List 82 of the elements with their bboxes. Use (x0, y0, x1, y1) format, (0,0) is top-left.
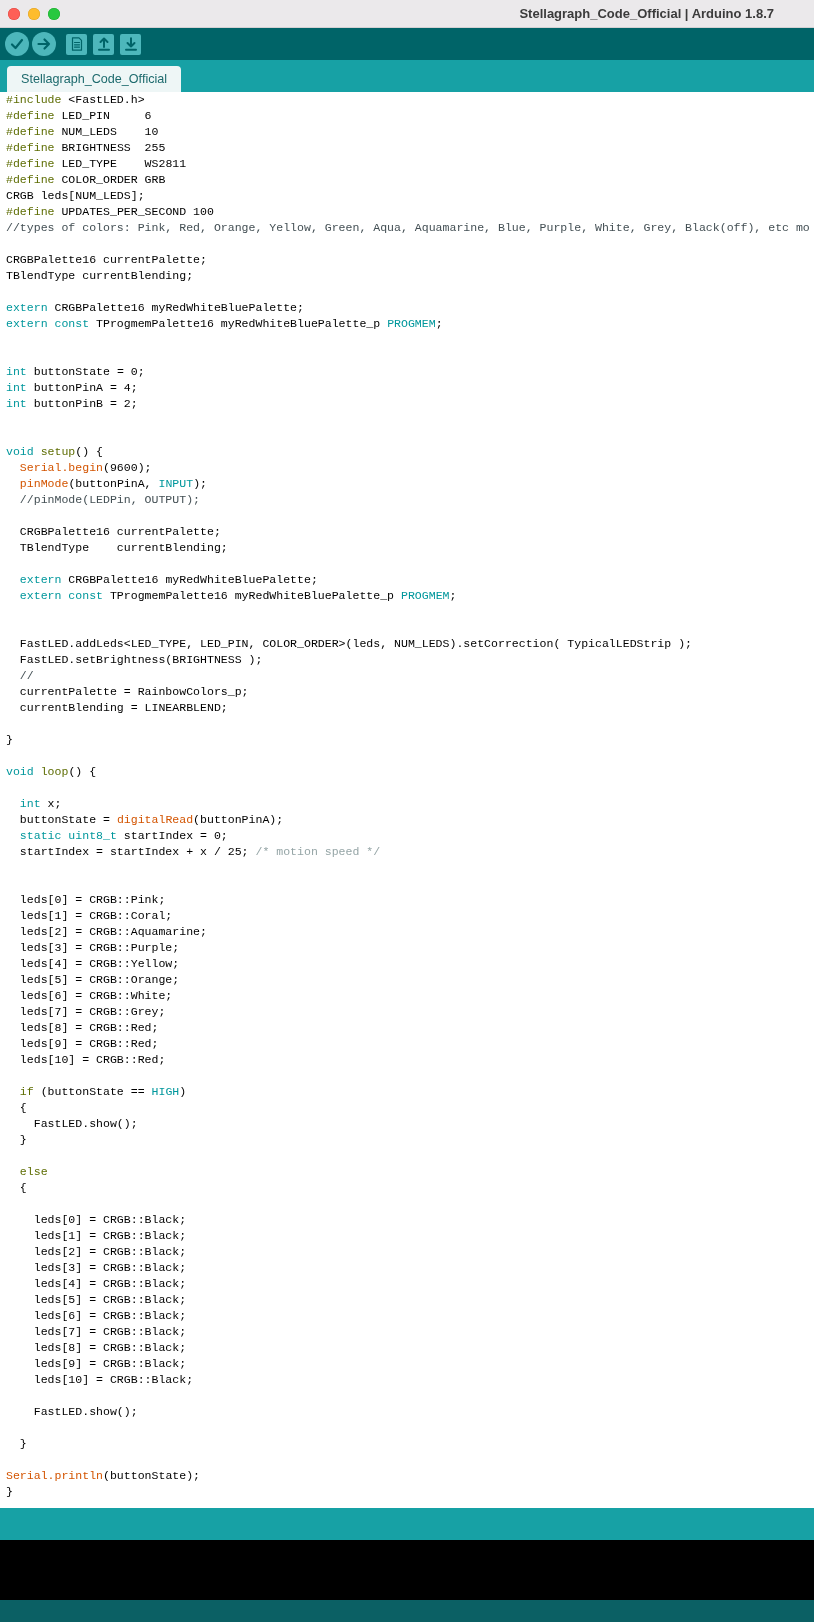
code-line: } (19, 1437, 27, 1450)
code-line: int buttonPinA = 4; (6, 381, 138, 394)
code-line: buttonState = digitalRead(buttonPinA); (19, 813, 284, 826)
code-line: leds[6] = CRGB::White; (19, 989, 173, 1002)
code-line: FastLED.addLeds<LED_TYPE, LED_PIN, COLOR_ORDER>(leds, NUM_LEDS).setCorrection( TypicalLEDStrip ); (19, 637, 692, 650)
new-button[interactable] (66, 33, 87, 55)
code-line: CRGBPalette16 currentPalette; (19, 525, 221, 538)
code-line: { (19, 1181, 27, 1194)
code-line: void loop() { (6, 765, 97, 778)
save-button[interactable] (120, 33, 141, 55)
code-line: leds[8] = CRGB::Red; (19, 1021, 159, 1034)
code-line: TBlendType currentBlending; (6, 269, 194, 282)
code-line: Serial.begin(9600); (19, 461, 152, 474)
code-line: extern CRGBPalette16 myRedWhiteBluePalette; (19, 573, 318, 586)
file-tab[interactable]: Stellagraph_Code_Official (7, 66, 182, 92)
window-title: Stellagraph_Code_Official | Arduino 1.8.7 (519, 6, 774, 21)
code-line: #define COLOR_ORDER GRB (6, 173, 166, 186)
zoom-button[interactable] (48, 7, 60, 20)
code-line: { (19, 1101, 27, 1114)
code-line: leds[2] = CRGB::Aquamarine; (19, 925, 207, 938)
code-line: int buttonPinB = 2; (6, 397, 138, 410)
code-line: leds[0] = CRGB::Black; (33, 1213, 187, 1226)
code-line: FastLED.setBrightness(BRIGHTNESS ); (19, 653, 263, 666)
code-line: FastLED.show(); (33, 1117, 138, 1130)
code-line: leds[0] = CRGB::Pink; (19, 893, 166, 906)
code-line: #define NUM_LEDS 10 (6, 125, 159, 138)
code-line: leds[1] = CRGB::Black; (33, 1229, 187, 1242)
code-line: TBlendType currentBlending; (19, 541, 228, 554)
code-line: int x; (19, 797, 62, 810)
minimize-button[interactable] (28, 7, 40, 20)
code-line: extern const TProgmemPalette16 myRedWhiteBluePalette_p PROGMEM; (19, 589, 457, 602)
code-line: leds[5] = CRGB::Black; (33, 1293, 187, 1306)
code-line: pinMode(buttonPinA, INPUT); (19, 477, 207, 490)
code-line: CRGB leds[NUM_LEDS]; (6, 189, 145, 202)
arrow-up-icon (96, 37, 111, 51)
code-line: #include <FastLED.h> (6, 93, 145, 106)
code-line: leds[3] = CRGB::Purple; (19, 941, 180, 954)
code-line: if (buttonState == HIGH) (19, 1085, 187, 1098)
arrow-right-icon (37, 37, 51, 51)
document-icon (69, 37, 84, 51)
code-line: //types of colors: Pink, Red, Orange, Yellow, Green, Aqua, Aquamarine, Blue, Purple, White, Grey, Black(off), etc mo (6, 221, 810, 234)
arrow-down-icon (123, 37, 138, 51)
code-line: leds[4] = CRGB::Black; (33, 1277, 187, 1290)
code-line: leds[6] = CRGB::Black; (33, 1309, 187, 1322)
code-line: leds[4] = CRGB::Yellow; (19, 957, 180, 970)
code-line: } (6, 1485, 13, 1498)
code-line: } (6, 733, 13, 746)
code-line: leds[3] = CRGB::Black; (33, 1261, 187, 1274)
code-line: extern const TProgmemPalette16 myRedWhiteBluePalette_p PROGMEM; (6, 317, 443, 330)
verify-button[interactable] (5, 32, 29, 56)
code-line: #define UPDATES_PER_SECOND 100 (6, 205, 214, 218)
code-line: } (19, 1133, 27, 1146)
code-line: int buttonState = 0; (6, 365, 145, 378)
code-line: leds[5] = CRGB::Orange; (19, 973, 180, 986)
code-line: leds[9] = CRGB::Black; (33, 1357, 187, 1370)
code-line: leds[7] = CRGB::Black; (33, 1325, 187, 1338)
code-line: extern CRGBPalette16 myRedWhiteBluePalette; (6, 301, 304, 314)
code-line: static uint8_t startIndex = 0; (19, 829, 228, 842)
code-line: leds[7] = CRGB::Grey; (19, 1005, 166, 1018)
code-line: CRGBPalette16 currentPalette; (6, 253, 207, 266)
code-line: leds[2] = CRGB::Black; (33, 1245, 187, 1258)
code-line: currentPalette = RainbowColors_p; (19, 685, 249, 698)
code-line: leds[9] = CRGB::Red; (19, 1037, 159, 1050)
code-line: startIndex = startIndex + x / 25; /* motion speed */ (19, 845, 381, 858)
code-line: leds[10] = CRGB::Red; (19, 1053, 166, 1066)
code-line: leds[1] = CRGB::Coral; (19, 909, 173, 922)
code-line: #define BRIGHTNESS 255 (6, 141, 166, 154)
code-line: else (19, 1165, 48, 1178)
code-line: currentBlending = LINEARBLEND; (19, 701, 228, 714)
code-line: leds[8] = CRGB::Black; (33, 1341, 187, 1354)
code-line: #define LED_PIN 6 (6, 109, 152, 122)
code-line: // (19, 669, 34, 682)
code-line: FastLED.show(); (33, 1405, 138, 1418)
code-line: leds[10] = CRGB::Black; (33, 1373, 194, 1386)
upload-button[interactable] (32, 32, 56, 56)
code-line: void setup() { (6, 445, 103, 458)
code-line: Serial.println(buttonState); (6, 1469, 201, 1482)
close-button[interactable] (8, 7, 20, 20)
open-button[interactable] (93, 33, 114, 55)
check-icon (10, 37, 24, 51)
code-line: //pinMode(LEDPin, OUTPUT); (19, 493, 201, 506)
code-line: #define LED_TYPE WS2811 (6, 157, 187, 170)
